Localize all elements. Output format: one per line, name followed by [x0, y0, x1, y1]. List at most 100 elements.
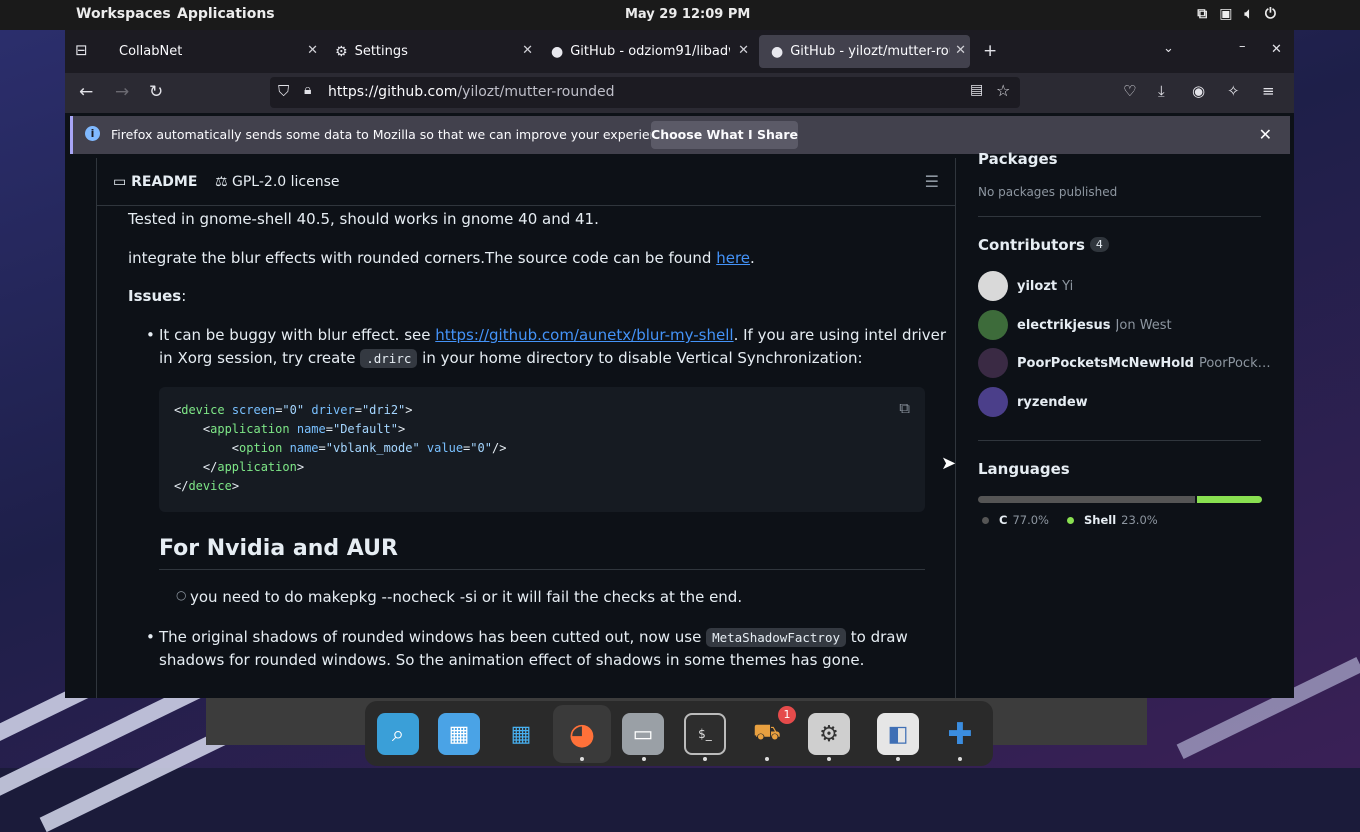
- downloads-icon[interactable]: ⤓: [1158, 82, 1165, 100]
- notification-badge: 1: [778, 706, 796, 724]
- extensions-puzzle-icon[interactable]: ✚: [939, 713, 981, 755]
- choose-what-i-share-button[interactable]: Choose What I Share: [651, 121, 798, 149]
- running-indicator: [958, 757, 962, 761]
- back-button[interactable]: ←: [79, 82, 93, 102]
- extensions-icon[interactable]: ✧: [1227, 82, 1240, 100]
- language-c[interactable]: C 77.0%: [982, 513, 1049, 527]
- scale-icon: ⚖: [215, 174, 233, 190]
- tab-license[interactable]: ⚖ GPL-2.0 license: [215, 174, 340, 190]
- remote-desktop-icon[interactable]: ◧: [877, 713, 919, 755]
- app-grid-icon[interactable]: ▦: [500, 713, 542, 755]
- power-icon[interactable]: ⏻: [1265, 6, 1276, 22]
- forward-button[interactable]: →: [115, 82, 129, 102]
- running-indicator: [642, 757, 646, 761]
- lock-icon[interactable]: 🔒︎: [304, 82, 311, 98]
- language-shell[interactable]: Shell 23.0%: [1067, 513, 1158, 527]
- tab-title: GitHub - odziom91/libadwa: [570, 44, 731, 59]
- display-icon[interactable]: ▣: [1219, 6, 1232, 22]
- notification-message: Firefox automatically sends some data to…: [111, 127, 677, 142]
- pocket-icon[interactable]: ♡: [1123, 82, 1136, 100]
- github-icon: ●: [551, 43, 564, 60]
- network-icon[interactable]: ⧉: [1197, 6, 1207, 22]
- avatar[interactable]: [978, 348, 1008, 378]
- language-bar-c: [978, 496, 1196, 503]
- readme-tabs: ▭ README ⚖ GPL-2.0 license ☰: [97, 158, 955, 206]
- outline-icon[interactable]: ☰: [925, 172, 939, 191]
- inline-code: MetaShadowFactroy: [706, 628, 846, 647]
- account-icon[interactable]: ◉: [1192, 82, 1205, 100]
- telemetry-notification-bar: i Firefox automatically sends some data …: [70, 116, 1290, 154]
- language-bar-shell: [1197, 496, 1262, 503]
- divider: [978, 216, 1261, 217]
- paragraph-tested: Tested in gnome-shell 40.5, should works…: [128, 210, 599, 228]
- packages-title[interactable]: Packages: [978, 150, 1058, 168]
- close-icon[interactable]: ✕: [307, 43, 318, 58]
- info-icon: i: [85, 126, 100, 141]
- tab-github-mutter-rounded[interactable]: ● GitHub - yilozt/mutter-roun ✕: [759, 35, 970, 68]
- avatar[interactable]: [978, 271, 1008, 301]
- firefox-icon[interactable]: ◕: [553, 705, 611, 763]
- workspaces-button[interactable]: Workspaces: [76, 6, 171, 22]
- copy-icon[interactable]: ⧉: [899, 399, 910, 418]
- heading-nvidia-aur: For Nvidia and AUR: [159, 536, 925, 570]
- sub-bullet-makepkg: you need to do makepkg --nocheck -si or …: [190, 588, 743, 606]
- running-indicator: [827, 757, 831, 761]
- minimize-button[interactable]: –: [1239, 39, 1246, 54]
- tab-strip: ⊟ CollabNet ✕ ⚙ Settings ✕ ● GitHub - od…: [65, 30, 1294, 73]
- divider: [978, 440, 1261, 441]
- inline-code: .drirc: [360, 349, 418, 368]
- close-icon[interactable]: ✕: [522, 43, 533, 58]
- avatar[interactable]: [978, 310, 1008, 340]
- close-icon[interactable]: ✕: [738, 43, 749, 58]
- running-indicator: [580, 757, 584, 761]
- github-icon: ●: [771, 43, 784, 60]
- blur-my-shell-link[interactable]: https://github.com/aunetx/blur-my-shell: [435, 326, 733, 344]
- list-tabs-button[interactable]: ⌄: [1163, 41, 1174, 56]
- tab-github-libadwaita[interactable]: ● GitHub - odziom91/libadwa ✕: [539, 35, 753, 68]
- applications-menu[interactable]: Applications: [177, 6, 275, 22]
- contributor-item[interactable]: yilozt Yi: [978, 271, 1278, 301]
- contributor-item[interactable]: electrikjesus Jon West: [978, 310, 1278, 340]
- contributors-title[interactable]: Contributors 4: [978, 236, 1109, 254]
- paragraph-integrate: integrate the blur effects with rounded …: [128, 249, 755, 267]
- avatar[interactable]: [978, 387, 1008, 417]
- reader-view-icon[interactable]: ▤: [970, 82, 983, 98]
- list-item: •: [146, 326, 155, 344]
- tab-settings[interactable]: ⚙ Settings ✕: [323, 35, 537, 68]
- clock[interactable]: May 29 12:09 PM: [625, 7, 750, 22]
- close-icon[interactable]: ✕: [955, 43, 966, 58]
- bullet-shadows-line2: shadows for rounded windows. So the anim…: [159, 651, 865, 669]
- bookmark-star-icon[interactable]: ☆: [996, 81, 1010, 100]
- volume-icon[interactable]: 🔈︎: [1245, 6, 1253, 22]
- book-icon: ▭: [113, 174, 132, 190]
- url-text[interactable]: https://github.com/yilozt/mutter-rounded: [328, 84, 615, 100]
- url-bar[interactable]: ⛉ 🔒︎ https://github.com/yilozt/mutter-ro…: [270, 77, 1020, 108]
- contributor-item[interactable]: PoorPocketsMcNewHold PoorPock…: [978, 348, 1278, 378]
- contributor-item[interactable]: ryzendew: [978, 387, 1278, 417]
- tab-overview-icon[interactable]: ⊟: [75, 41, 88, 59]
- shield-icon[interactable]: ⛉: [278, 82, 289, 100]
- system-tray: ⧉ ▣ 🔈︎ ⏻: [1197, 6, 1276, 22]
- repo-sidebar: Packages No packages published Contribut…: [978, 150, 1278, 698]
- contributors-count: 4: [1089, 237, 1109, 252]
- tab-title: Settings: [354, 44, 408, 59]
- close-icon[interactable]: ✕: [1259, 125, 1272, 144]
- code-block: ⧉ <device screen="0" driver="dri2"> <appl…: [159, 387, 925, 512]
- tab-collabnet[interactable]: CollabNet ✕: [107, 35, 322, 68]
- new-tab-button[interactable]: +: [983, 41, 997, 61]
- files-manager-icon[interactable]: ▦: [438, 713, 480, 755]
- bullet-blur-line2: in Xorg session, try create .drirc in yo…: [159, 349, 863, 368]
- running-indicator: [765, 757, 769, 761]
- tab-readme[interactable]: ▭ README: [113, 174, 197, 190]
- here-link[interactable]: here: [716, 249, 750, 267]
- tab-title: GitHub - yilozt/mutter-roun: [790, 44, 951, 59]
- navigation-toolbar: ← → ↻ ⛉ 🔒︎ https://github.com/yilozt/mut…: [65, 73, 1294, 113]
- search-app-icon[interactable]: ⌕: [377, 713, 419, 755]
- mouse-cursor: ➤: [941, 453, 957, 474]
- folder-icon[interactable]: ▭: [622, 713, 664, 755]
- close-window-button[interactable]: ✕: [1271, 42, 1282, 57]
- terminal-icon[interactable]: $_: [684, 713, 726, 755]
- menu-icon[interactable]: ≡: [1262, 82, 1275, 100]
- settings-gear-icon[interactable]: ⚙: [808, 713, 850, 755]
- reload-button[interactable]: ↻: [149, 82, 163, 102]
